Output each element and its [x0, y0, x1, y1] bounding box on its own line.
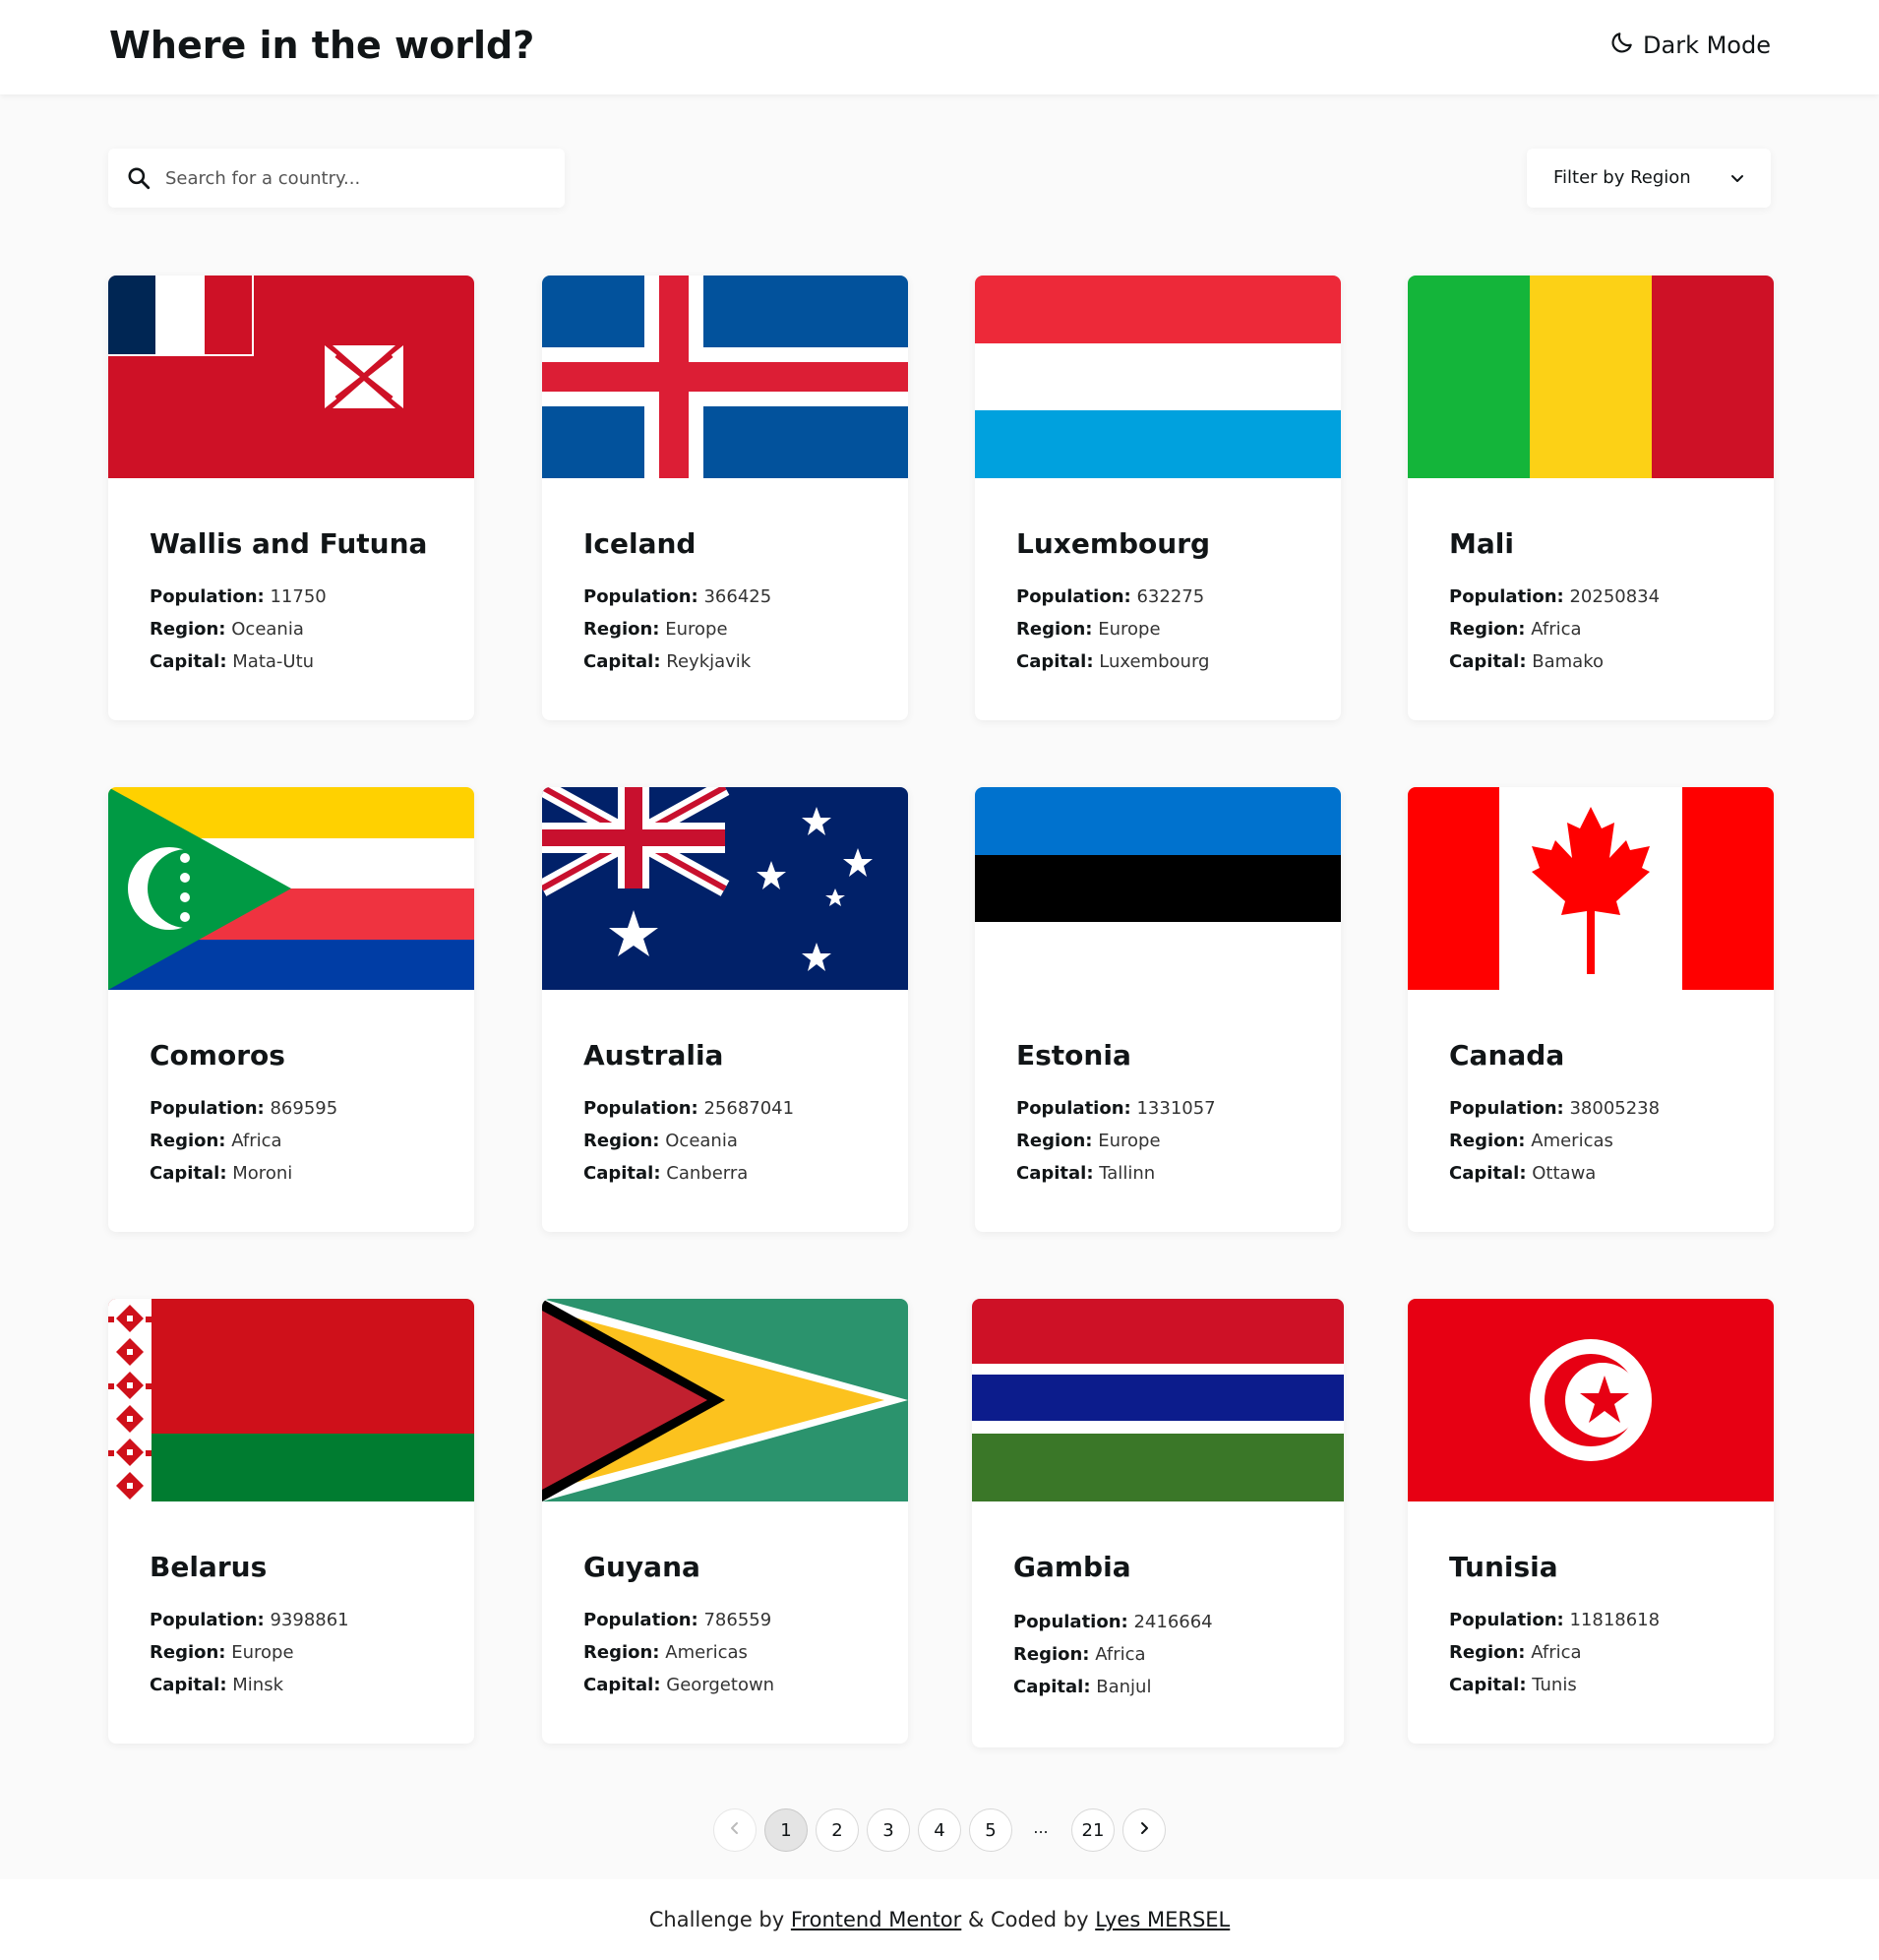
prev-page-button[interactable] — [713, 1808, 757, 1852]
page-button-1[interactable]: 1 — [764, 1808, 808, 1852]
country-name: Wallis and Futuna — [150, 527, 428, 560]
australia-flag — [542, 787, 908, 990]
country-name: Comoros — [150, 1039, 285, 1072]
country-name: Mali — [1449, 527, 1514, 560]
moon-icon — [1609, 30, 1635, 61]
population-line: Population: 786559 — [583, 1610, 772, 1630]
luxembourg-flag — [975, 276, 1341, 478]
country-name: Belarus — [150, 1551, 268, 1583]
page-button-2[interactable]: 2 — [816, 1808, 859, 1852]
country-card[interactable]: Wallis and Futuna Population: 11750 Regi… — [108, 276, 474, 720]
tunisia-flag — [1408, 1299, 1774, 1501]
mali-flag — [1408, 276, 1774, 478]
wallis-futuna-flag — [108, 276, 474, 478]
country-card[interactable]: Gambia Population: 2416664 Region: Afric… — [972, 1299, 1344, 1747]
capital-line: Capital: Luxembourg — [1016, 651, 1210, 672]
next-page-button[interactable] — [1122, 1808, 1166, 1852]
page-button-4[interactable]: 4 — [918, 1808, 961, 1852]
capital-line: Capital: Reykjavik — [583, 651, 752, 672]
region-filter-dropdown[interactable]: Filter by Region — [1527, 149, 1771, 208]
region-line: Region: Africa — [150, 1131, 282, 1151]
comoros-flag — [108, 787, 474, 990]
gambia-flag — [972, 1299, 1344, 1501]
author-link[interactable]: Lyes MERSEL — [1095, 1908, 1230, 1931]
population-line: Population: 25687041 — [583, 1098, 795, 1119]
region-line: Region: Europe — [1016, 619, 1161, 640]
region-line: Region: Americas — [583, 1642, 748, 1663]
region-line: Region: Africa — [1013, 1644, 1146, 1665]
country-card[interactable]: Tunisia Population: 11818618 Region: Afr… — [1408, 1299, 1774, 1744]
country-name: Estonia — [1016, 1039, 1131, 1072]
country-name: Iceland — [583, 527, 697, 560]
capital-line: Capital: Georgetown — [583, 1675, 775, 1695]
footer: Challenge by Frontend Mentor & Coded by … — [0, 1879, 1879, 1960]
country-card[interactable]: Canada Population: 38005238 Region: Amer… — [1408, 787, 1774, 1232]
chevron-down-icon — [1729, 170, 1745, 186]
population-line: Population: 2416664 — [1013, 1612, 1213, 1632]
belarus-flag — [108, 1299, 474, 1501]
estonia-flag — [975, 787, 1341, 990]
capital-line: Capital: Tallinn — [1016, 1163, 1156, 1184]
dark-mode-label: Dark Mode — [1643, 31, 1771, 59]
country-card[interactable]: Australia Population: 25687041 Region: O… — [542, 787, 908, 1232]
region-line: Region: Africa — [1449, 619, 1582, 640]
chevron-left-icon — [727, 1820, 743, 1841]
country-card[interactable]: Estonia Population: 1331057 Region: Euro… — [975, 787, 1341, 1232]
country-card[interactable]: Comoros Population: 869595 Region: Afric… — [108, 787, 474, 1232]
filter-label: Filter by Region — [1553, 167, 1691, 188]
country-card[interactable]: Guyana Population: 786559 Region: Americ… — [542, 1299, 908, 1744]
population-line: Population: 632275 — [1016, 586, 1205, 607]
capital-line: Capital: Moroni — [150, 1163, 293, 1184]
capital-line: Capital: Tunis — [1449, 1675, 1577, 1695]
region-line: Region: Oceania — [583, 1131, 738, 1151]
country-card[interactable]: Luxembourg Population: 632275 Region: Eu… — [975, 276, 1341, 720]
country-card[interactable]: Belarus Population: 9398861 Region: Euro… — [108, 1299, 474, 1744]
region-line: Region: Europe — [1016, 1131, 1161, 1151]
population-line: Population: 366425 — [583, 586, 772, 607]
country-name: Australia — [583, 1039, 724, 1072]
dark-mode-toggle[interactable]: Dark Mode — [1609, 30, 1771, 61]
region-line: Region: Americas — [1449, 1131, 1613, 1151]
population-line: Population: 20250834 — [1449, 586, 1661, 607]
canada-flag — [1408, 787, 1774, 990]
capital-line: Capital: Banjul — [1013, 1677, 1152, 1697]
country-name: Guyana — [583, 1551, 700, 1583]
header: Where in the world? Dark Mode — [0, 0, 1879, 94]
capital-line: Capital: Mata-Utu — [150, 651, 315, 672]
region-line: Region: Africa — [1449, 1642, 1582, 1663]
page-button-3[interactable]: 3 — [867, 1808, 910, 1852]
capital-line: Capital: Ottawa — [1449, 1163, 1597, 1184]
search-input[interactable] — [165, 149, 549, 208]
page-button-5[interactable]: 5 — [969, 1808, 1012, 1852]
country-name: Tunisia — [1449, 1551, 1558, 1583]
capital-line: Capital: Minsk — [150, 1675, 284, 1695]
capital-line: Capital: Bamako — [1449, 651, 1605, 672]
search-box — [108, 149, 565, 208]
population-line: Population: 1331057 — [1016, 1098, 1216, 1119]
population-line: Population: 869595 — [150, 1098, 338, 1119]
country-name: Canada — [1449, 1039, 1565, 1072]
capital-line: Capital: Canberra — [583, 1163, 749, 1184]
population-line: Population: 38005238 — [1449, 1098, 1661, 1119]
frontend-mentor-link[interactable]: Frontend Mentor — [791, 1908, 961, 1931]
footer-middle: & Coded by — [961, 1908, 1096, 1931]
iceland-flag — [542, 276, 908, 478]
region-line: Region: Oceania — [150, 619, 304, 640]
chevron-right-icon — [1136, 1820, 1152, 1841]
country-name: Gambia — [1013, 1551, 1131, 1583]
page-button-last[interactable]: 21 — [1071, 1808, 1115, 1852]
population-line: Population: 11750 — [150, 586, 327, 607]
population-line: Population: 9398861 — [150, 1610, 349, 1630]
region-line: Region: Europe — [583, 619, 728, 640]
country-card[interactable]: Iceland Population: 366425 Region: Europ… — [542, 276, 908, 720]
search-icon — [126, 165, 152, 191]
page-title: Where in the world? — [109, 24, 535, 67]
country-name: Luxembourg — [1016, 527, 1211, 560]
guyana-flag — [542, 1299, 908, 1501]
page-ellipsis: ... — [1033, 1818, 1049, 1837]
footer-prefix: Challenge by — [648, 1908, 785, 1931]
population-line: Population: 11818618 — [1449, 1610, 1661, 1630]
region-line: Region: Europe — [150, 1642, 294, 1663]
country-card[interactable]: Mali Population: 20250834 Region: Africa… — [1408, 276, 1774, 720]
